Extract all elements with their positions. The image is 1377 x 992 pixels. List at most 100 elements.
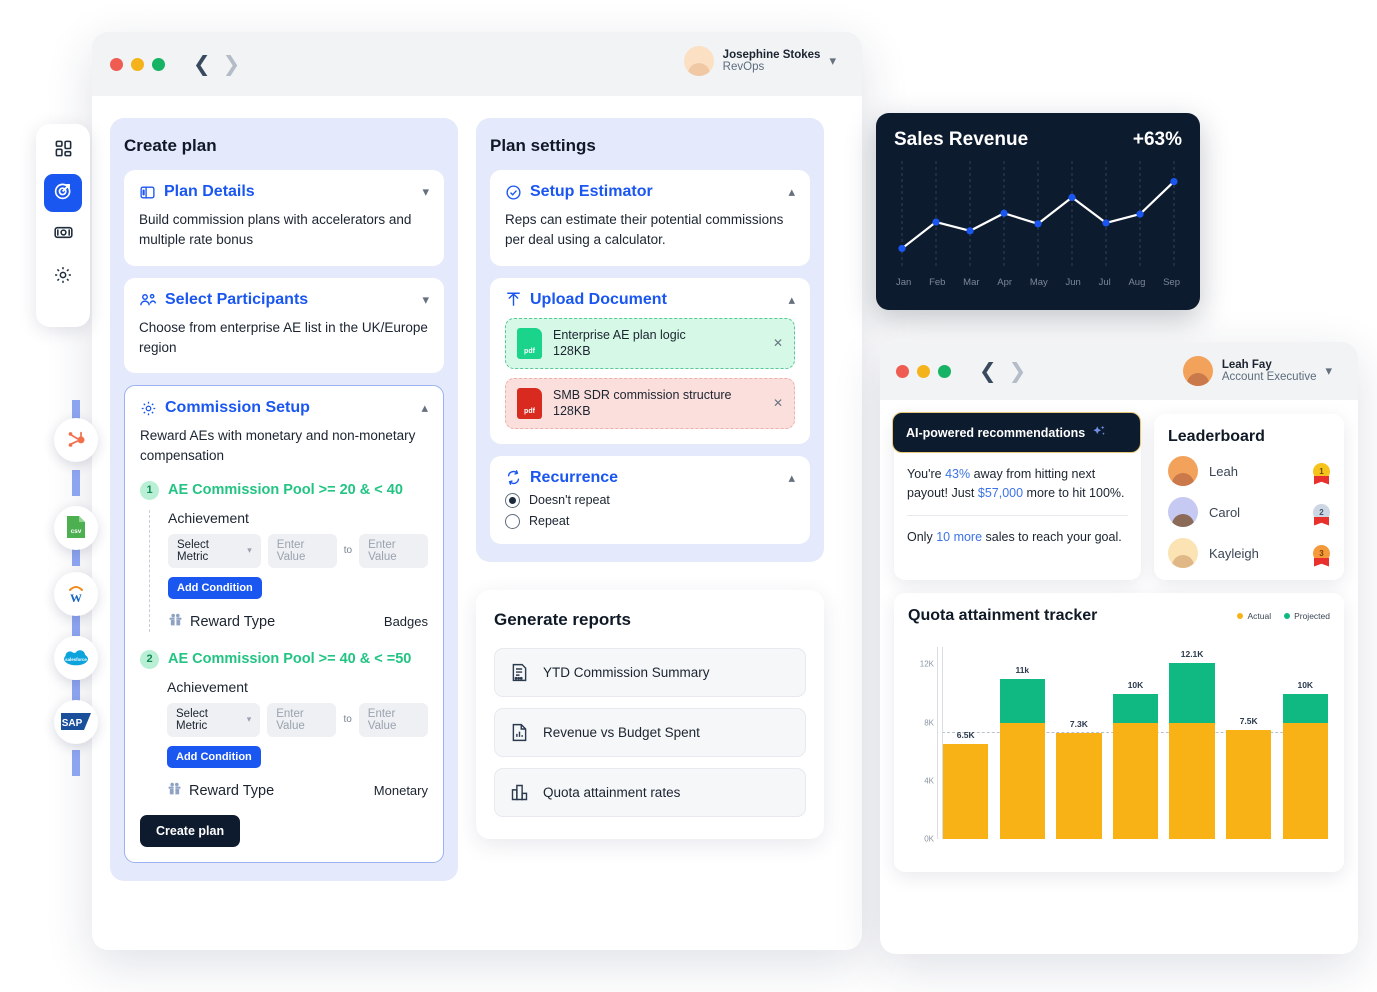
remove-file-icon[interactable]: ✕ xyxy=(773,396,783,410)
sales-revenue-delta: +63% xyxy=(1132,129,1182,150)
integration-workday[interactable]: W xyxy=(54,572,98,616)
minimize-button[interactable] xyxy=(917,364,930,378)
integration-sap[interactable]: SAP xyxy=(54,700,98,744)
leaderboard-name: Carol xyxy=(1209,504,1241,520)
leaderboard-row[interactable]: Kayleigh 3 xyxy=(1168,538,1330,568)
chevron-down-icon[interactable]: ▾ xyxy=(422,184,429,200)
ai-text-part: more to hit 100%. xyxy=(1023,486,1125,501)
to-label: to xyxy=(343,545,353,556)
ai-text-part: You're xyxy=(907,467,946,481)
bar-segment-actual xyxy=(999,722,1046,839)
remove-file-icon[interactable]: ✕ xyxy=(773,336,783,350)
add-condition-button[interactable]: Add Condition xyxy=(167,745,261,768)
radio-option-doesnt-repeat[interactable]: Doesn't repeat xyxy=(505,492,795,508)
document-chart-icon xyxy=(509,722,530,743)
chevron-down-icon[interactable]: ▾ xyxy=(829,53,836,69)
bar-group[interactable]: 12.1K xyxy=(1169,647,1215,839)
sparkle-icon xyxy=(1092,424,1106,441)
xtick: Jan xyxy=(896,277,912,288)
bar-segment-actual xyxy=(1169,722,1215,839)
value-to-input[interactable]: Enter Value xyxy=(359,533,428,568)
bar-group[interactable]: 7.5K xyxy=(1225,647,1272,839)
value-from-input[interactable]: Enter Value xyxy=(267,533,337,568)
card-title: Upload Document xyxy=(530,290,667,308)
maximize-button[interactable] xyxy=(938,364,951,378)
bar-value-label: 6.5K xyxy=(956,730,975,741)
ai-text-part: Only xyxy=(907,529,937,544)
sidebar-item-dashboard[interactable] xyxy=(44,132,82,170)
avatar xyxy=(1182,356,1213,386)
panel-title: Plan settings xyxy=(490,136,596,155)
chevron-up-icon[interactable]: ▴ xyxy=(421,400,428,416)
chevron-up-icon[interactable]: ▴ xyxy=(788,470,795,486)
bar-group[interactable]: 10K xyxy=(1282,647,1328,839)
window-chrome: ❮ ❯ Josephine Stokes RevOps ▾ xyxy=(92,32,862,96)
pdf-file-icon: pdf xyxy=(517,387,542,419)
reward-type-value: Monetary xyxy=(373,783,428,798)
value-from-input[interactable]: Enter Value xyxy=(267,702,337,737)
forward-icon[interactable]: ❯ xyxy=(223,54,241,75)
uploaded-file-row[interactable]: pdf Enterprise AE plan logic 128KB ✕ xyxy=(505,317,795,369)
add-condition-button[interactable]: Add Condition xyxy=(168,576,262,599)
chart-legend: Actual Projected xyxy=(1237,611,1330,621)
integration-salesforce[interactable]: salesforce xyxy=(54,636,98,680)
leaderboard-row[interactable]: Leah 1 xyxy=(1168,456,1330,486)
chevron-down-icon[interactable]: ▾ xyxy=(1325,363,1332,379)
leaderboard-row[interactable]: Carol 2 xyxy=(1168,497,1330,527)
minimize-button[interactable] xyxy=(131,57,144,71)
radio-button[interactable] xyxy=(505,492,520,508)
chevron-up-icon[interactable]: ▴ xyxy=(788,292,795,308)
sidebar-item-payouts[interactable] xyxy=(44,216,82,254)
card-plan-details[interactable]: Plan Details ▾ Build commission plans wi… xyxy=(124,170,444,266)
report-row-revenue-vs-budget-spent[interactable]: Revenue vs Budget Spent xyxy=(494,707,806,757)
close-button[interactable] xyxy=(110,57,123,71)
panel-layout-icon xyxy=(139,184,156,201)
user-name: Josephine Stokes xyxy=(722,49,821,61)
leaderboard-card: Leaderboard Leah 1 Carol 2 Kayleigh 3 xyxy=(1154,414,1344,580)
integration-hubspot[interactable] xyxy=(54,418,98,462)
maximize-button[interactable] xyxy=(152,57,165,71)
report-row-ytd-commission-summary[interactable]: YTD Commission Summary xyxy=(494,647,806,697)
sales-revenue-title: Sales Revenue xyxy=(894,129,1029,150)
chevron-up-icon[interactable]: ▴ xyxy=(788,184,795,200)
bar-group[interactable]: 7.3K xyxy=(1056,647,1102,839)
ai-highlight-sales: 10 more xyxy=(936,529,983,544)
sidebar-item-settings[interactable] xyxy=(44,258,82,296)
bar-segment-actual xyxy=(1112,722,1159,839)
grid-icon xyxy=(54,139,73,163)
card-setup-estimator[interactable]: Setup Estimator ▴ Reps can estimate thei… xyxy=(490,170,810,266)
back-icon[interactable]: ❮ xyxy=(979,361,997,382)
main-window: ❮ ❯ Josephine Stokes RevOps ▾ Create pla… xyxy=(92,32,862,950)
bar-group[interactable]: 10K xyxy=(1112,647,1159,839)
value-to-input[interactable]: Enter Value xyxy=(358,702,428,737)
user-menu[interactable]: Leah Fay Account Executive ▾ xyxy=(1174,350,1340,392)
uploaded-file-row[interactable]: pdf SMB SDR commission structure 128KB ✕ xyxy=(505,377,795,429)
avatar xyxy=(1168,456,1198,486)
card-upload-document[interactable]: Upload Document ▴ pdf Enterprise AE plan… xyxy=(490,277,810,444)
create-plan-button[interactable]: Create plan xyxy=(140,814,241,847)
card-recurrence[interactable]: Recurrence ▴ Doesn't repeat Repeat xyxy=(490,455,810,544)
report-row-quota-attainment-rates[interactable]: Quota attainment rates xyxy=(494,767,806,817)
select-metric-dropdown[interactable]: Select Metric ▾ xyxy=(168,533,261,568)
card-select-participants[interactable]: Select Participants ▾ Choose from enterp… xyxy=(124,277,444,373)
bar-group[interactable]: 6.5K xyxy=(943,647,989,839)
close-button[interactable] xyxy=(896,364,909,378)
chevron-down-icon[interactable]: ▾ xyxy=(422,292,429,308)
integration-csv[interactable]: csv xyxy=(54,506,98,550)
bar-value-label: 7.3K xyxy=(1069,718,1088,729)
radio-button[interactable] xyxy=(505,513,520,529)
file-name: Enterprise AE plan logic xyxy=(553,328,686,342)
tier-label: AE Commission Pool >= 40 & < =50 xyxy=(168,651,412,667)
select-metric-dropdown[interactable]: Select Metric ▾ xyxy=(167,702,261,737)
back-icon[interactable]: ❮ xyxy=(193,54,211,75)
user-menu[interactable]: Josephine Stokes RevOps ▾ xyxy=(675,40,844,82)
bar-value-label: 10K xyxy=(1127,679,1144,690)
card-commission-setup[interactable]: Commission Setup ▴ Reward AEs with monet… xyxy=(124,385,444,863)
sidebar-item-plans[interactable] xyxy=(44,174,82,212)
select-metric-value: Select Metric xyxy=(176,707,208,732)
line-chart-svg xyxy=(898,161,1178,267)
bar-group[interactable]: 11k xyxy=(999,647,1046,839)
forward-icon[interactable]: ❯ xyxy=(1009,361,1027,382)
radio-option-repeat[interactable]: Repeat xyxy=(505,513,795,529)
card-description: Reps can estimate their potential commis… xyxy=(505,212,784,248)
